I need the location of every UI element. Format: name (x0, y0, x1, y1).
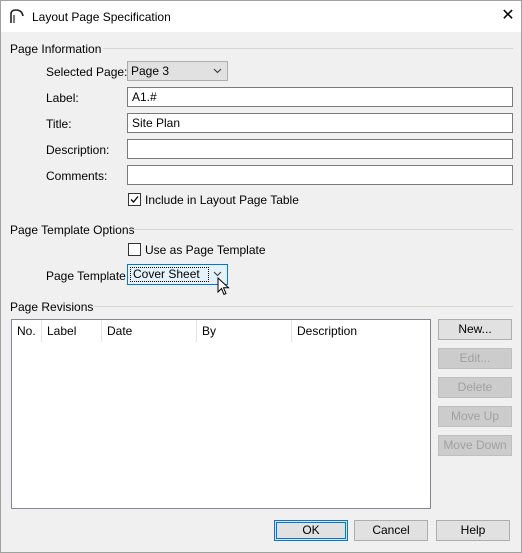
app-icon (10, 9, 24, 23)
template-options-group-label: Page Template Options (10, 223, 135, 237)
title-bar: Layout Page Specification ✕ (1, 1, 521, 32)
page-template-dropdown[interactable]: Cover Sheet (127, 264, 228, 285)
layout-page-spec-dialog: Layout Page Specification ✕ Page Informa… (0, 0, 522, 553)
comments-field-label: Comments: (46, 169, 108, 183)
page-template-value: Cover Sheet (130, 267, 209, 282)
description-field-label: Description: (46, 143, 110, 157)
page-template-label: Page Template: (46, 269, 130, 283)
title-field-label: Title: (46, 117, 72, 131)
edit-revision-button[interactable]: Edit... (438, 348, 512, 369)
group-divider (103, 48, 513, 49)
use-as-template-label[interactable]: Use as Page Template (145, 243, 266, 257)
description-input[interactable] (127, 139, 513, 159)
selected-page-dropdown[interactable]: Page 3 (127, 61, 228, 81)
help-button[interactable]: Help (436, 520, 510, 541)
label-field-label: Label: (46, 91, 79, 105)
column-header-label[interactable]: Label (42, 320, 102, 342)
mouse-cursor-icon (217, 277, 230, 296)
selected-page-label: Selected Page: (46, 65, 128, 79)
page-revisions-group-label: Page Revisions (10, 300, 94, 314)
title-input[interactable]: Site Plan (127, 113, 513, 133)
column-header-date[interactable]: Date (102, 320, 197, 342)
new-revision-button[interactable]: New... (438, 319, 512, 340)
group-divider (94, 306, 513, 307)
group-divider (129, 229, 513, 230)
revisions-table[interactable]: No. Label Date By Description (11, 319, 431, 509)
column-header-description[interactable]: Description (292, 320, 430, 342)
checkmark-icon (130, 196, 139, 203)
use-as-template-checkbox[interactable] (128, 243, 141, 256)
column-header-no[interactable]: No. (12, 320, 42, 342)
label-input[interactable]: A1.# (127, 87, 513, 107)
close-icon[interactable]: ✕ (494, 5, 522, 29)
chevron-down-icon (213, 62, 222, 87)
cancel-button[interactable]: Cancel (354, 520, 428, 541)
comments-input[interactable] (127, 165, 513, 185)
delete-revision-button[interactable]: Delete (438, 377, 512, 398)
selected-page-value: Page 3 (131, 64, 170, 78)
move-up-button[interactable]: Move Up (438, 406, 512, 427)
include-in-table-checkbox[interactable] (128, 193, 141, 206)
window-title: Layout Page Specification (32, 10, 171, 24)
column-header-by[interactable]: By (197, 320, 292, 342)
include-in-table-label[interactable]: Include in Layout Page Table (145, 193, 299, 207)
move-down-button[interactable]: Move Down (438, 435, 512, 456)
ok-button[interactable]: OK (274, 520, 348, 541)
page-information-group-label: Page Information (10, 42, 102, 56)
